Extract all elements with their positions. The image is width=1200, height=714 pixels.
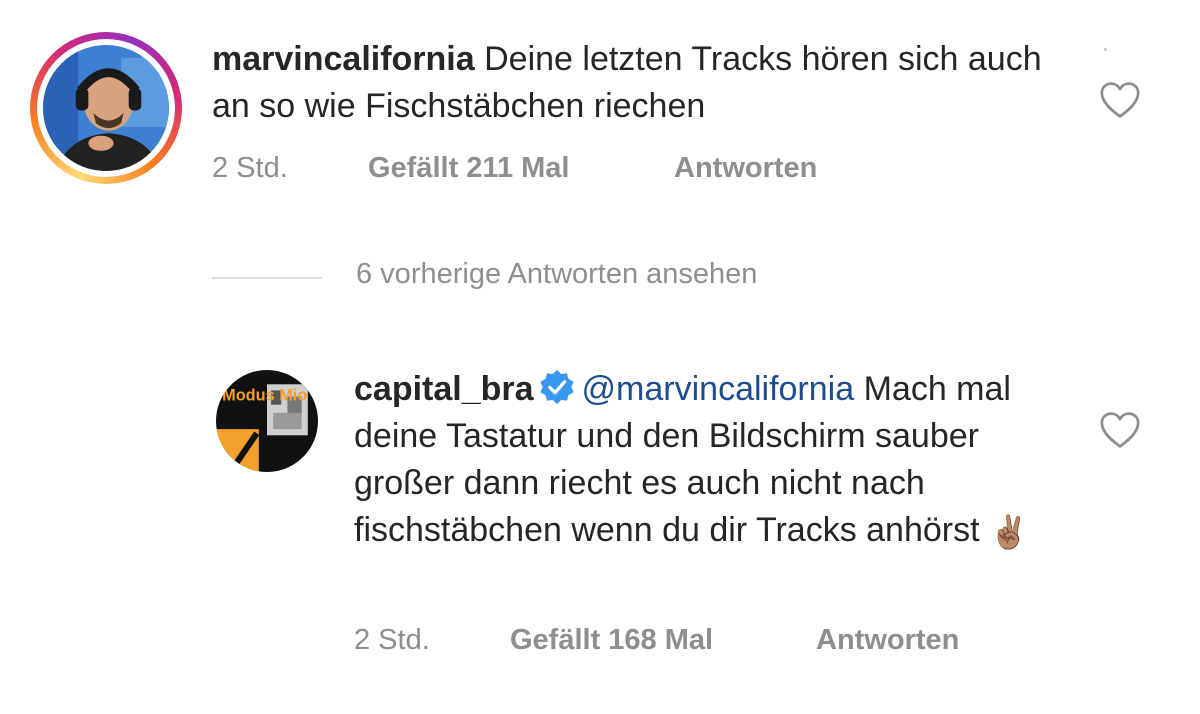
divider-line xyxy=(212,277,322,279)
avatar xyxy=(43,45,169,171)
mention-link[interactable]: @marvincalifornia xyxy=(582,370,855,408)
likes-count[interactable]: Gefällt 168 Mal xyxy=(510,624,713,657)
comment-username[interactable]: capital_bra xyxy=(354,370,534,408)
heart-icon[interactable] xyxy=(1098,410,1142,450)
view-replies-label[interactable]: 6 vorherige Antworten ansehen xyxy=(356,258,757,291)
victory-hand-emoji: ✌🏽 xyxy=(989,514,1029,550)
heart-icon[interactable] xyxy=(1098,80,1142,120)
reply-button[interactable]: Antworten xyxy=(674,152,817,185)
comment-username[interactable]: marvincalifornia xyxy=(212,40,475,78)
avatar[interactable]: Modus Mio xyxy=(216,370,318,472)
avatar-story-ring[interactable] xyxy=(30,32,182,184)
comment-time: 2 Std. xyxy=(354,624,430,656)
comment-text: capital_bra @marvincalifornia Mach mal d… xyxy=(354,366,1074,556)
likes-count[interactable]: Gefällt 211 Mal xyxy=(368,152,570,185)
reply-button[interactable]: Antworten xyxy=(816,624,959,657)
decorative-dot xyxy=(1104,48,1107,51)
comment-time: 2 Std. xyxy=(212,152,288,184)
verified-badge-icon xyxy=(539,369,574,405)
album-logo-text: Modus Mio xyxy=(222,387,307,405)
comment-text: marvincalifornia Deine letzten Tracks hö… xyxy=(212,36,1062,130)
